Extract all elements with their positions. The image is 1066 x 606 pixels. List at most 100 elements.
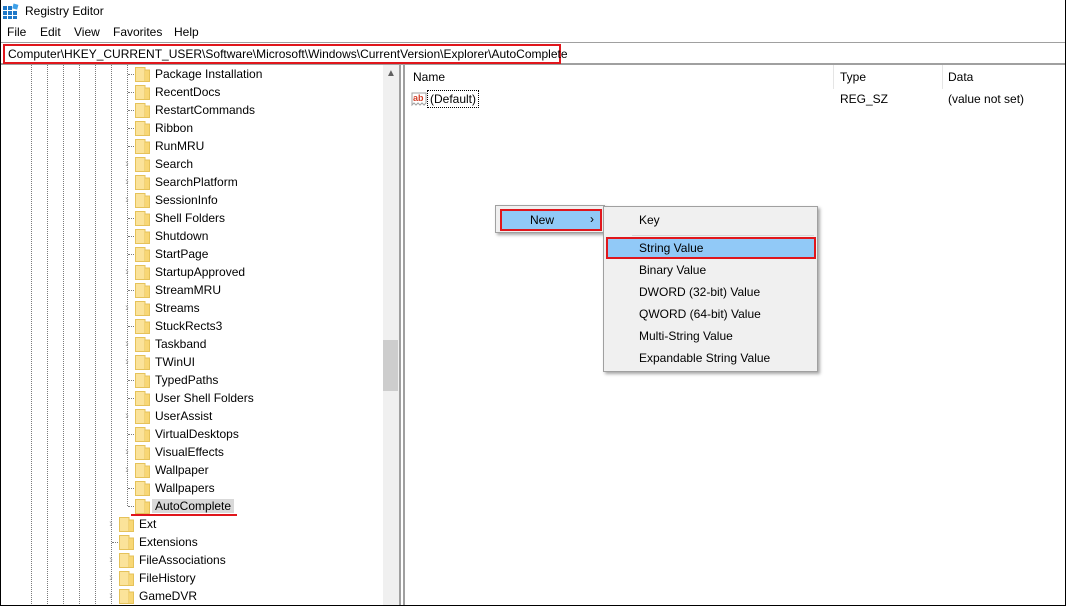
tree-item-label: SearchPlatform — [155, 175, 238, 189]
value-type: REG_SZ — [840, 92, 889, 106]
tree-item-label: Ext — [139, 517, 157, 531]
submenu-item-dword-value[interactable]: DWORD (32-bit) Value — [606, 281, 815, 303]
tree-item[interactable]: VirtualDesktops — [1, 425, 383, 443]
chevron-right-icon[interactable]: › — [106, 553, 116, 567]
tree-item[interactable]: › Ext — [1, 515, 383, 533]
tree-item[interactable]: StartPage — [1, 245, 383, 263]
tree-item[interactable]: › Search — [1, 155, 383, 173]
tree-item[interactable]: › SessionInfo — [1, 191, 383, 209]
submenu-item-key[interactable]: Key — [606, 209, 815, 231]
submenu-item-label: DWORD (32-bit) Value — [639, 285, 761, 299]
submenu-item-string-value[interactable]: String Value — [606, 237, 816, 259]
column-separator[interactable] — [833, 65, 834, 89]
column-header-type[interactable]: Type — [840, 65, 866, 89]
registry-tree[interactable]: Package Installation RecentDocs RestartCom… — [1, 65, 383, 605]
chevron-right-icon[interactable]: › — [122, 463, 132, 477]
tree-item[interactable]: › Streams — [1, 299, 383, 317]
tree-item[interactable]: › SearchPlatform — [1, 173, 383, 191]
tree-scrollbar[interactable]: ▲ — [383, 65, 399, 605]
tree-item[interactable]: RecentDocs — [1, 83, 383, 101]
folder-icon — [135, 336, 150, 352]
tree-item[interactable]: Shutdown — [1, 227, 383, 245]
folder-icon — [135, 174, 150, 190]
folder-icon — [119, 588, 134, 604]
tree-item[interactable]: › GameDVR — [1, 587, 383, 605]
submenu-item-expandable-string-value[interactable]: Expandable String Value — [606, 347, 815, 369]
tree-item[interactable]: StreamMRU — [1, 281, 383, 299]
chevron-right-icon[interactable]: › — [122, 193, 132, 207]
tree-item-label: UserAssist — [155, 409, 213, 423]
chevron-right-icon[interactable]: › — [122, 157, 132, 171]
menu-item-new[interactable]: New › — [500, 209, 602, 231]
tree-item[interactable]: › VisualEffects — [1, 443, 383, 461]
folder-icon — [135, 318, 150, 334]
folder-icon — [119, 570, 134, 586]
column-separator[interactable] — [942, 65, 943, 89]
tree-item[interactable]: RestartCommands — [1, 101, 383, 119]
tree-item[interactable]: Ribbon — [1, 119, 383, 137]
menu-view[interactable]: View — [74, 25, 100, 39]
tree-item[interactable]: Extensions — [1, 533, 383, 551]
tree-item[interactable]: User Shell Folders — [1, 389, 383, 407]
tree-item[interactable]: RunMRU — [1, 137, 383, 155]
address-bar[interactable]: Computer\HKEY_CURRENT_USER\Software\Micr… — [1, 42, 1065, 65]
chevron-right-icon[interactable]: › — [122, 445, 132, 459]
tree-item[interactable]: Wallpapers — [1, 479, 383, 497]
tree-item-label: Shutdown — [155, 229, 209, 243]
tree-item[interactable]: StuckRects3 — [1, 317, 383, 335]
tree-item[interactable]: › FileHistory — [1, 569, 383, 587]
folder-icon — [135, 354, 150, 370]
scrollbar-thumb[interactable] — [383, 340, 398, 391]
submenu-item-multi-string-value[interactable]: Multi-String Value — [606, 325, 815, 347]
menu-edit[interactable]: Edit — [40, 25, 61, 39]
chevron-right-icon[interactable]: › — [122, 355, 132, 369]
chevron-right-icon[interactable]: › — [106, 571, 116, 585]
chevron-right-icon[interactable]: › — [122, 301, 132, 315]
tree-item[interactable]: Package Installation — [1, 65, 383, 83]
chevron-right-icon[interactable]: › — [106, 589, 116, 603]
chevron-right-icon[interactable]: › — [122, 265, 132, 279]
menu-file[interactable]: File — [7, 25, 26, 39]
chevron-right-icon[interactable]: › — [122, 337, 132, 351]
context-menu: New › — [495, 205, 605, 233]
submenu-item-qword-value[interactable]: QWORD (64-bit) Value — [606, 303, 815, 325]
folder-icon — [135, 264, 150, 280]
tree-item[interactable]: Shell Folders — [1, 209, 383, 227]
registry-editor-window: Registry Editor File Edit View Favorites… — [0, 0, 1066, 606]
scroll-up-arrow-icon[interactable]: ▲ — [383, 65, 399, 82]
column-header-data[interactable]: Data — [948, 65, 973, 89]
value-name[interactable]: (Default) — [427, 90, 480, 108]
tree-item[interactable]: › Taskband — [1, 335, 383, 353]
chevron-right-icon[interactable]: › — [122, 409, 132, 423]
tree-item-label: TWinUI — [155, 355, 195, 369]
folder-icon — [135, 228, 150, 244]
tree-item-label: User Shell Folders — [155, 391, 254, 405]
tree-item[interactable]: › TWinUI — [1, 353, 383, 371]
value-row[interactable]: ab (Default) REG_SZ (value not set) — [405, 90, 1065, 108]
menu-favorites[interactable]: Favorites — [113, 25, 162, 39]
string-value-icon: ab — [411, 92, 427, 107]
submenu-item-binary-value[interactable]: Binary Value — [606, 259, 815, 281]
menu-help[interactable]: Help — [174, 25, 199, 39]
column-header-name[interactable]: Name — [413, 65, 445, 89]
tree-item-label: Extensions — [139, 535, 198, 549]
chevron-right-icon: › — [590, 212, 594, 226]
folder-icon — [135, 282, 150, 298]
tree-item-label: Search — [155, 157, 194, 171]
tree-item[interactable]: › UserAssist — [1, 407, 383, 425]
tree-item-label: GameDVR — [139, 589, 198, 603]
tree-item[interactable]: AutoComplete — [1, 497, 383, 516]
tree-item[interactable]: › StartupApproved — [1, 263, 383, 281]
tree-item[interactable]: TypedPaths — [1, 371, 383, 389]
tree-item-label: Taskband — [155, 337, 207, 351]
chevron-right-icon[interactable]: › — [122, 175, 132, 189]
folder-icon — [135, 426, 150, 442]
tree-item-label: VisualEffects — [155, 445, 224, 459]
tree-item-label: RestartCommands — [155, 103, 256, 117]
address-path[interactable]: Computer\HKEY_CURRENT_USER\Software\Micr… — [3, 44, 568, 64]
submenu-item-label: Expandable String Value — [639, 351, 771, 365]
tree-item[interactable]: › FileAssociations — [1, 551, 383, 569]
folder-icon — [135, 300, 150, 316]
tree-item[interactable]: › Wallpaper — [1, 461, 383, 479]
chevron-right-icon[interactable]: › — [106, 517, 116, 531]
